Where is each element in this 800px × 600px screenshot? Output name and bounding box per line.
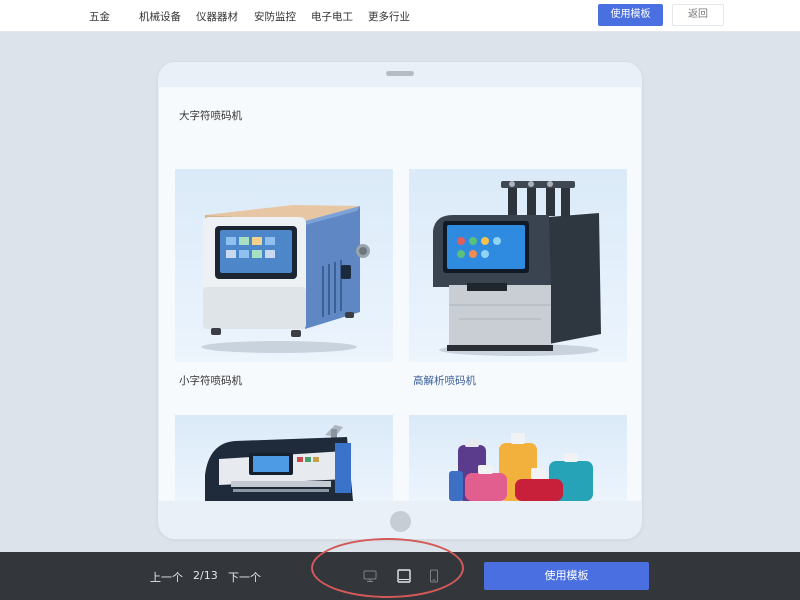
section-title: 大字符喷码机 <box>179 110 242 122</box>
top-nav: 五金 机械设备 仪器器材 安防监控 电子电工 更多行业 使用模板 返回 <box>0 0 800 32</box>
high-res-printer-illustration <box>433 181 601 356</box>
tablet-screen[interactable]: 大字符喷码机 小字符喷码机 高解析喷码机 <box>159 87 641 501</box>
tablet-home-button <box>390 511 411 532</box>
use-template-button[interactable]: 使用模板 <box>598 4 663 26</box>
desktop-icon[interactable] <box>362 568 378 584</box>
prev-button[interactable]: 上一个 <box>150 569 183 585</box>
industrial-printer-illustration <box>205 425 353 501</box>
product-label-small-char-printer[interactable]: 小字符喷码机 <box>179 373 242 388</box>
nav-item-machinery[interactable]: 机械设备 <box>139 9 181 24</box>
bottom-use-template-button[interactable]: 使用模板 <box>484 562 649 590</box>
bottom-toolbar: 上一个 2/13 下一个 使用模板 <box>0 552 800 600</box>
tablet-preview-frame: 大字符喷码机 小字符喷码机 高解析喷码机 <box>157 61 643 540</box>
tablet-icon[interactable] <box>396 568 412 584</box>
product-label-high-res-printer[interactable]: 高解析喷码机 <box>413 373 476 388</box>
nav-item-instruments[interactable]: 仪器器材 <box>196 9 238 24</box>
phone-icon[interactable] <box>426 568 442 584</box>
tablet-speaker <box>386 71 414 76</box>
product-image-small-char-printer[interactable] <box>175 169 393 362</box>
page-indicator: 2/13 <box>193 569 218 582</box>
ink-bottles-illustration <box>449 433 593 501</box>
back-button[interactable]: 返回 <box>672 4 724 26</box>
nav-item-hardware[interactable]: 五金 <box>89 9 110 24</box>
nav-item-security[interactable]: 安防监控 <box>254 9 296 24</box>
nav-item-electronics[interactable]: 电子电工 <box>311 9 353 24</box>
nav-item-more-industries[interactable]: 更多行业 <box>368 9 410 24</box>
product-image-industrial-printer[interactable] <box>175 415 393 501</box>
product-image-high-res-printer[interactable] <box>409 169 627 362</box>
product-image-ink-bottles[interactable] <box>409 415 627 501</box>
small-char-printer-illustration <box>201 205 370 353</box>
next-button[interactable]: 下一个 <box>228 569 261 585</box>
